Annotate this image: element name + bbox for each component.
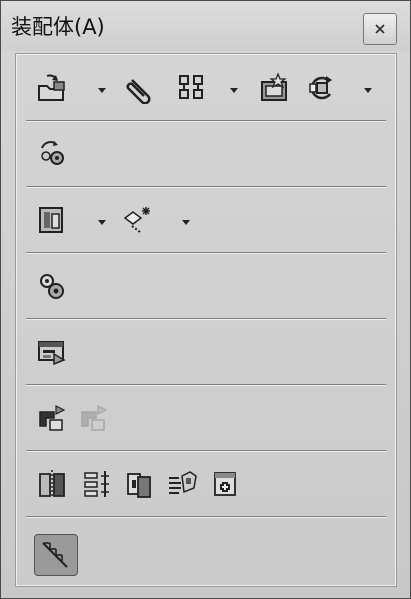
toolbar-separator [26,516,386,518]
hidden-components-disabled-icon [78,402,110,434]
toolbar-row-1 [16,54,396,120]
interference-detection-icon[interactable] [36,270,68,302]
sketch-active-button[interactable] [34,534,78,576]
linear-pattern-icon[interactable] [176,72,208,104]
copy-with-mates-icon[interactable] [124,468,156,500]
insert-components-icon[interactable] [36,72,68,104]
toolbar-panel [15,53,397,587]
toolbar-row-6 [16,384,396,450]
assembly-features-icon[interactable] [36,138,68,170]
distribute-icon[interactable] [82,468,114,500]
mate-icon[interactable] [124,72,156,104]
toolbar-row-3 [16,186,396,252]
explode-view-icon[interactable] [36,204,68,236]
show-hidden-components-icon[interactable] [36,402,68,434]
assembly-visualization-icon[interactable] [36,336,68,368]
linear-pattern-dropdown[interactable] [230,88,238,93]
new-part-icon[interactable] [210,468,242,500]
mirror-components-icon[interactable] [36,468,68,500]
smart-fasteners-icon[interactable] [258,72,290,104]
explode-line-sketch-icon[interactable] [122,204,154,236]
explode-view-dropdown[interactable] [98,220,106,225]
toolbar-row-4 [16,252,396,318]
sketch-active-icon [42,542,68,568]
title-bar[interactable]: 装配体(A) [1,1,410,51]
toolbar-row-5 [16,318,396,384]
toolbar-row-7 [16,450,396,516]
explode-line-sketch-dropdown[interactable] [182,220,190,225]
window-title: 装配体(A) [11,15,105,39]
move-component-icon[interactable] [306,72,338,104]
move-component-dropdown[interactable] [364,88,372,93]
close-button[interactable] [363,13,397,45]
insert-components-dropdown[interactable] [98,88,106,93]
assembly-toolbar-window: 装配体(A) [0,0,411,599]
belt-chain-icon[interactable] [166,468,198,500]
toolbar-row-2 [16,120,396,186]
close-icon [375,24,385,34]
